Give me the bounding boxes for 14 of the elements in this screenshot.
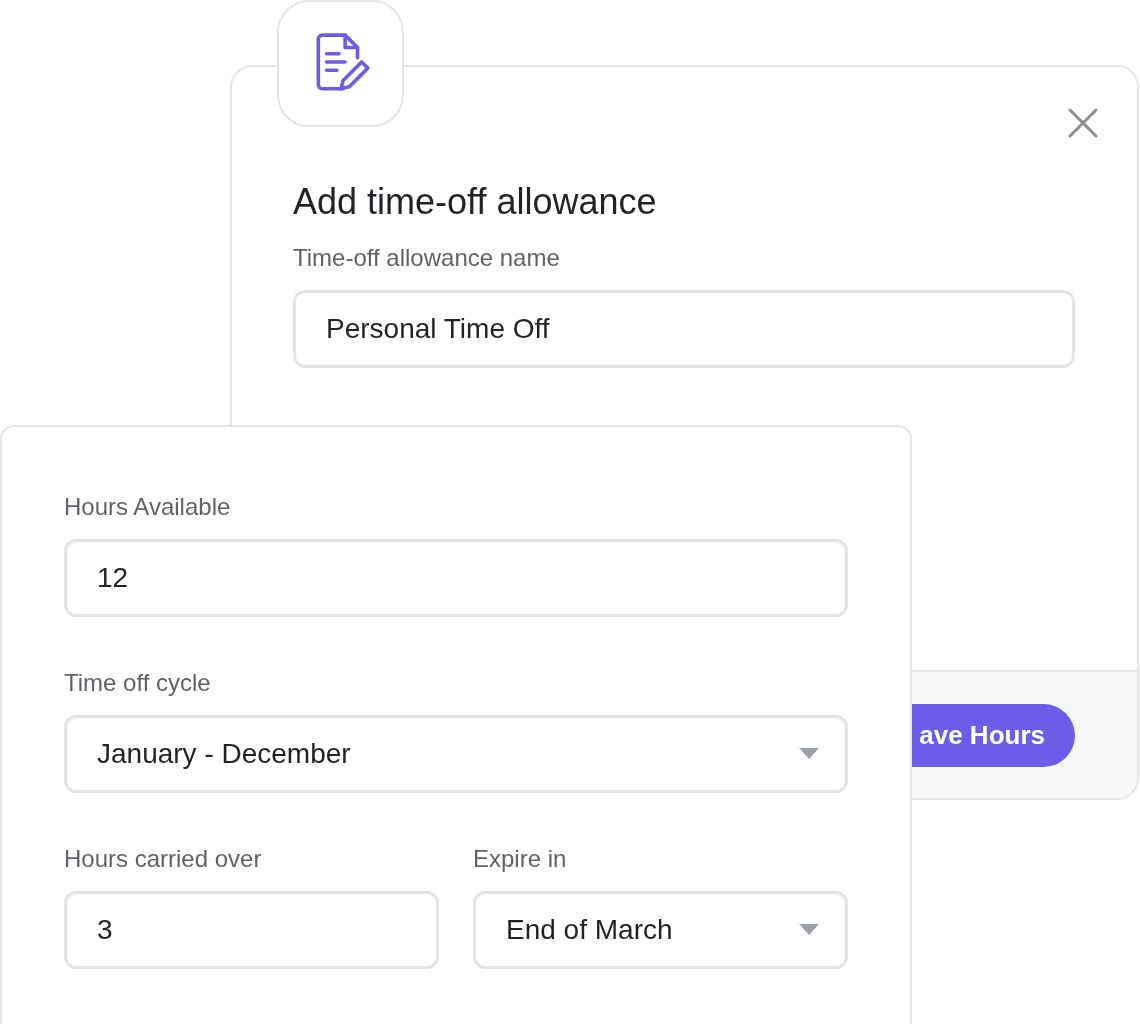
input-field[interactable]: 12 (64, 539, 848, 617)
close-icon[interactable] (1067, 107, 1099, 139)
caret-icon (799, 924, 819, 936)
field-label: Hours carried over (64, 847, 263, 871)
input-field[interactable]: Personal Time Off (293, 290, 1075, 368)
select-field[interactable]: End of March (473, 891, 848, 969)
dialog-title: Add time-off allowance (293, 180, 658, 224)
input-field[interactable]: 3 (64, 891, 439, 969)
field-label: Hours Available (64, 495, 232, 519)
caret-icon (799, 748, 819, 760)
field-label: Time off cycle (64, 671, 212, 695)
field-label: Time-off allowance name (293, 246, 561, 270)
field-label: Expire in (473, 847, 568, 871)
select-field[interactable]: January - December (64, 715, 848, 793)
